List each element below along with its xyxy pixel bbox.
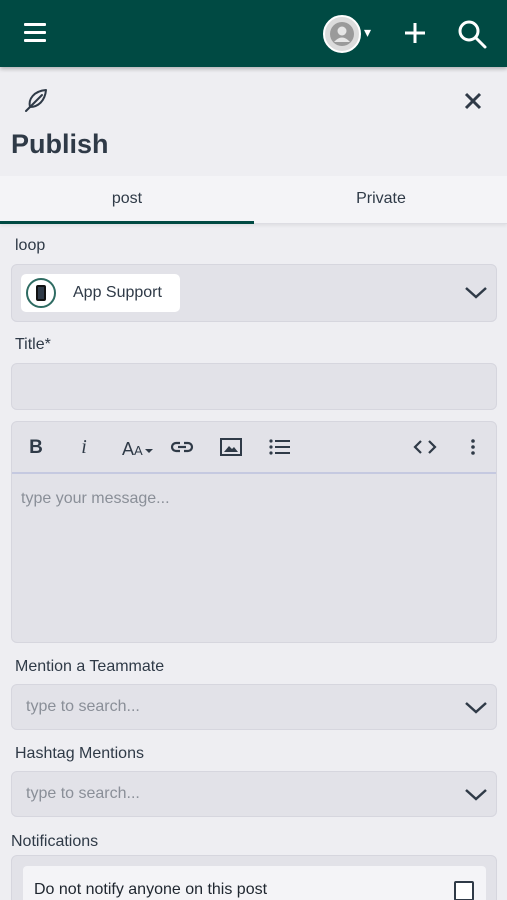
loop-label: loop [15,237,46,254]
selected-loop-label: App Support [73,284,162,301]
mention-placeholder: type to search... [26,698,140,715]
account-menu-caret-icon[interactable]: ▾ [364,24,371,41]
mention-label: Mention a Teammate [15,658,165,675]
selected-loop-chip[interactable]: App Support [21,274,180,312]
notify-option-label: Do not notify anyone on this post [34,881,268,898]
tab-post[interactable]: post [0,176,254,224]
notify-option-row[interactable]: Do not notify anyone on this post [23,866,486,900]
close-icon[interactable] [461,89,485,113]
italic-icon[interactable]: i [76,436,92,458]
do-not-notify-checkbox[interactable] [454,881,474,900]
notifications-box: Do not notify anyone on this post [11,855,497,900]
bold-icon[interactable]: B [26,437,46,459]
more-icon[interactable] [467,437,479,459]
font-size-icon[interactable]: A A [122,437,156,459]
notifications-label: Notifications [11,833,99,850]
bulleted-list-icon[interactable] [268,436,292,458]
message-textarea[interactable]: type your message... [21,490,170,508]
loop-select[interactable]: App Support [11,264,497,322]
user-avatar-icon[interactable] [323,15,361,53]
title-label: Title* [15,336,51,353]
link-icon[interactable] [170,437,194,459]
search-icon[interactable] [455,17,489,51]
svg-text:A: A [134,443,143,458]
chevron-down-icon[interactable] [464,788,488,802]
mobile-phone-icon [26,278,56,308]
hamburger-icon[interactable] [20,20,52,48]
top-app-bar: ▾ [0,0,507,67]
chevron-down-icon[interactable] [464,286,488,300]
hashtag-search-input[interactable]: type to search... [11,771,497,817]
svg-text:A: A [122,439,134,459]
title-input[interactable] [11,363,497,410]
plus-icon[interactable] [399,17,431,49]
hashtag-placeholder: type to search... [26,785,140,802]
code-icon[interactable] [413,437,437,459]
chevron-down-icon[interactable] [464,701,488,715]
message-editor: B i A A type your message... [11,421,497,643]
editor-toolbar: B i A A [12,422,496,474]
feather-icon [22,86,50,114]
mention-search-input[interactable]: type to search... [11,684,497,730]
hashtag-label: Hashtag Mentions [15,745,144,762]
tab-bar: post Private [0,176,507,224]
page-title: Publish [11,129,109,159]
image-icon[interactable] [219,436,243,458]
tab-private[interactable]: Private [254,176,507,224]
